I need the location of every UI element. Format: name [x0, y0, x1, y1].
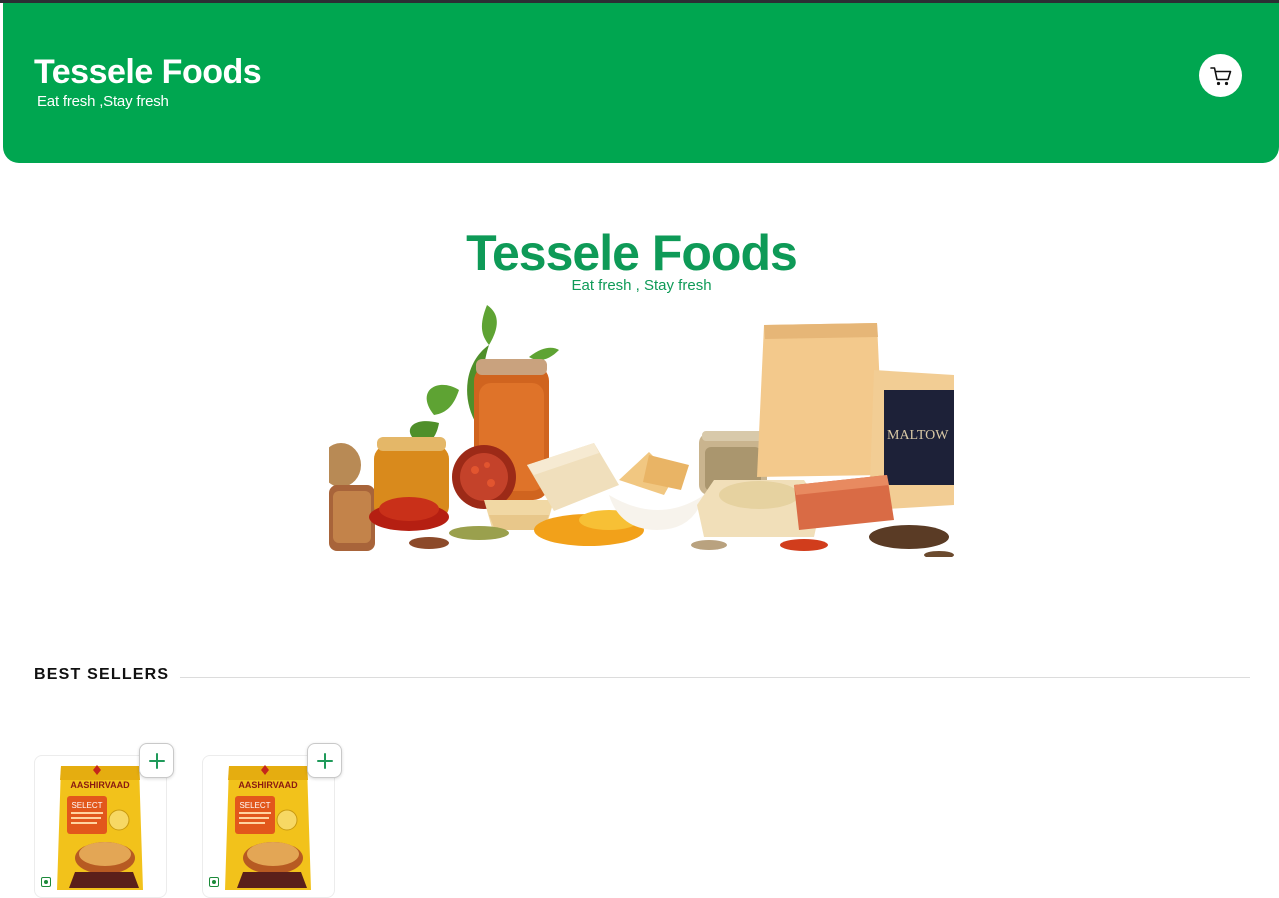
cart-icon	[1209, 66, 1231, 85]
svg-text:SELECT: SELECT	[71, 801, 102, 810]
add-to-cart-button[interactable]	[139, 743, 174, 778]
svg-text:SELECT: SELECT	[239, 801, 270, 810]
svg-text:AASHIRVAAD: AASHIRVAAD	[238, 780, 298, 790]
add-to-cart-button[interactable]	[307, 743, 342, 778]
product-image: AASHIRVAAD SELECT	[225, 765, 311, 890]
product-card[interactable]: AASHIRVAAD SELECT	[34, 743, 174, 898]
section-divider	[180, 677, 1250, 678]
svg-text:MALTOW: MALTOW	[887, 428, 949, 443]
hero-spices-image: MALTOW	[329, 305, 954, 557]
veg-mark-icon	[41, 877, 51, 887]
hero-tagline: Eat fresh , Stay fresh	[571, 277, 712, 294]
plus-icon	[316, 752, 333, 769]
site-header: Tessele Foods Eat fresh ,Stay fresh	[3, 3, 1279, 163]
product-card[interactable]: AASHIRVAAD SELECT	[202, 743, 342, 898]
brand-title[interactable]: Tessele Foods	[34, 53, 262, 91]
veg-mark-icon	[209, 877, 219, 887]
plus-icon	[148, 752, 165, 769]
hero-title: Tessele Foods	[466, 225, 798, 281]
brand-tagline: Eat fresh ,Stay fresh	[37, 93, 169, 110]
cart-button[interactable]	[1199, 54, 1242, 97]
best-sellers-heading: BEST SELLERS	[34, 666, 170, 683]
product-image: AASHIRVAAD SELECT	[57, 765, 143, 890]
svg-text:AASHIRVAAD: AASHIRVAAD	[70, 780, 130, 790]
